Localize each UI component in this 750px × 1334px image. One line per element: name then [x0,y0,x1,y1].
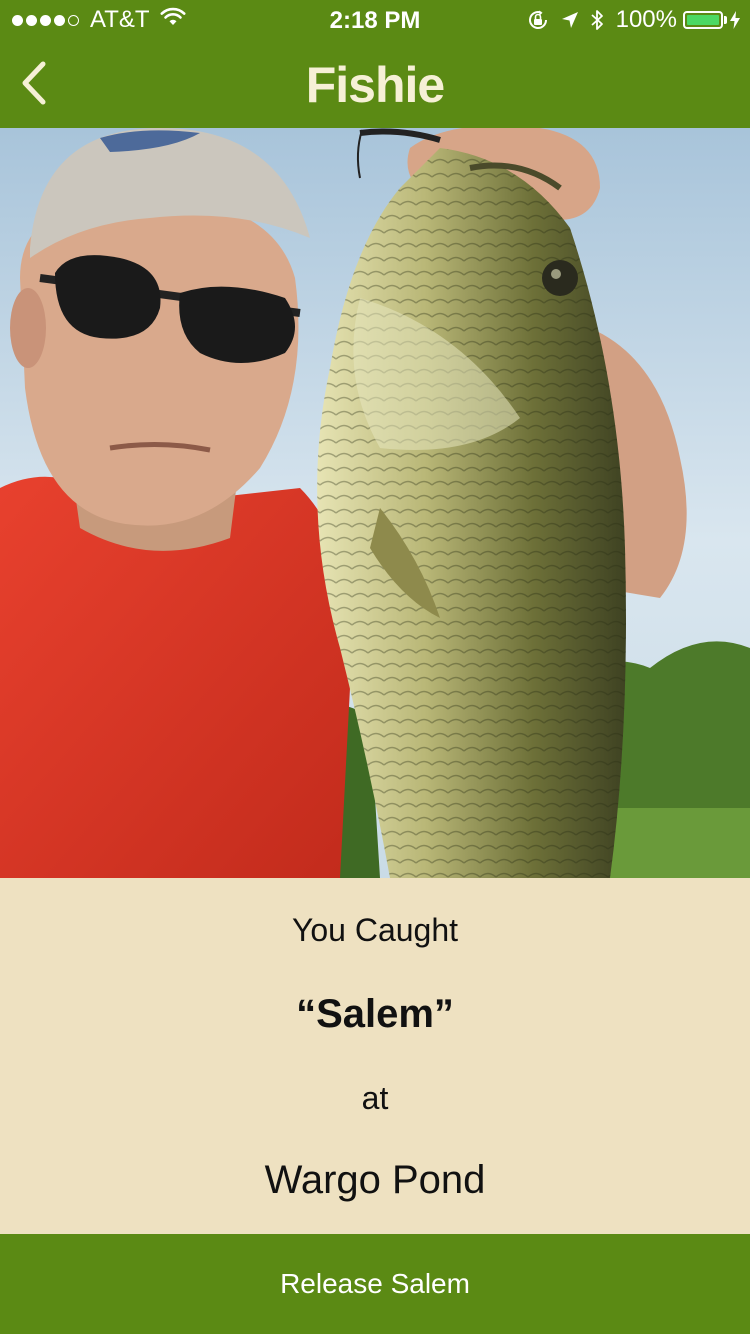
fish-name: “Salem” [296,992,454,1036]
charging-bolt-icon [730,11,740,29]
location-arrow-icon [560,10,580,30]
battery-cap [724,16,727,24]
battery-percent: 100% [615,6,677,33]
page-title: Fishie [305,57,445,113]
orientation-lock-icon [526,8,550,32]
screen: AT&T 2:18 PM 100% Fishie You Caught “Sal… [0,0,750,1334]
release-button[interactable]: Release Salem [0,1234,750,1334]
catch-photo [0,128,750,878]
you-caught-label: You Caught [291,912,459,948]
navigation-bar: Fishie [0,40,750,128]
status-bar: AT&T 2:18 PM 100% [0,0,750,40]
battery-fill [687,15,719,25]
status-right: 100% [516,6,740,34]
battery-icon [683,11,723,29]
at-label: at [361,1080,389,1116]
bluetooth-icon [590,8,604,32]
catch-location: Wargo Pond [264,1158,486,1202]
catch-info-panel: You Caught “Salem” at Wargo Pond [0,878,750,1234]
